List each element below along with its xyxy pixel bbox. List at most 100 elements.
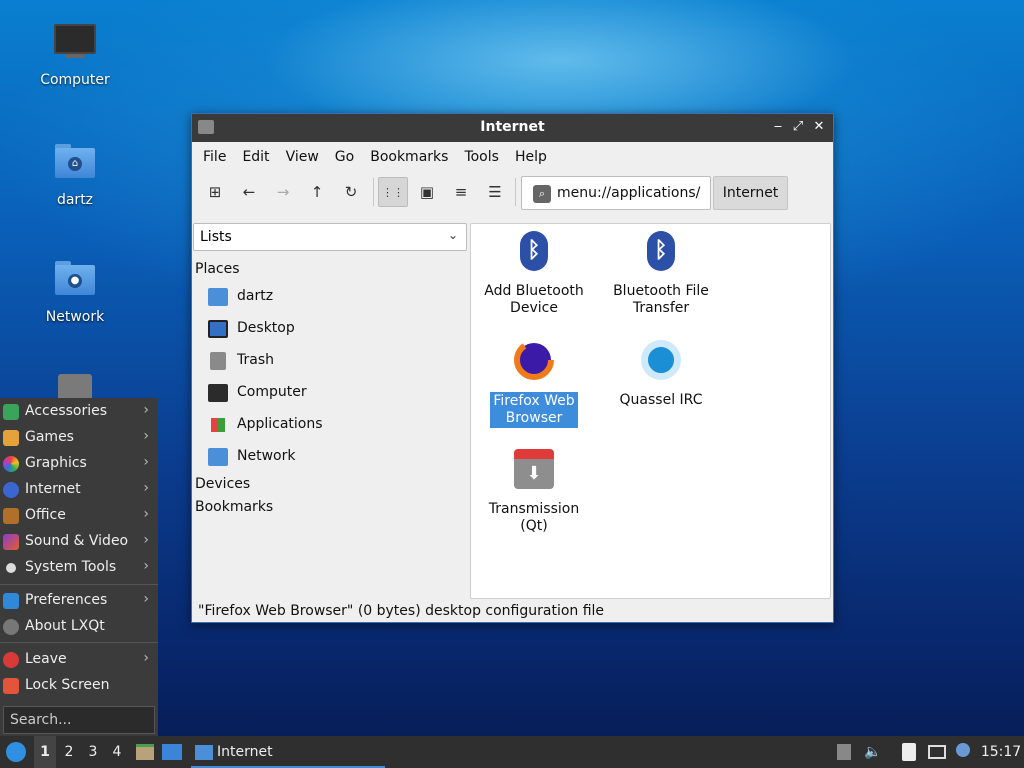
bookmarks-header[interactable]: Bookmarks: [195, 499, 273, 515]
menu-edit[interactable]: Edit: [234, 149, 277, 165]
chevron-right-icon: ›: [143, 454, 149, 470]
desktop-icon-label: Network: [45, 309, 105, 325]
reload-button[interactable]: ↻: [336, 177, 366, 207]
taskbar-task-internet[interactable]: Internet: [191, 736, 385, 768]
file-item-selected[interactable]: Firefox Web Browser: [471, 340, 597, 428]
close-button[interactable]: ✕: [810, 118, 828, 136]
new-tab-button[interactable]: ⊞: [200, 177, 230, 207]
menu-system-tools[interactable]: System Tools ›: [0, 555, 158, 581]
menu-bookmarks[interactable]: Bookmarks: [362, 149, 456, 165]
maximize-button[interactable]: ⤢: [789, 118, 807, 136]
desktop-icon-home[interactable]: ⌂ dartz: [25, 138, 125, 208]
menu-separator: [0, 584, 158, 585]
file-item[interactable]: ⬇ Transmission (Qt): [471, 449, 597, 535]
place-label: dartz: [237, 288, 274, 304]
icon-view-button[interactable]: ⋮⋮: [378, 177, 408, 207]
forward-button[interactable]: →: [268, 177, 298, 207]
menu-go[interactable]: Go: [327, 149, 362, 165]
menu-accessories[interactable]: Accessories ›: [0, 399, 158, 425]
network-folder-icon: ●: [53, 261, 97, 305]
status-bar: "Firefox Web Browser" (0 bytes) desktop …: [198, 603, 605, 619]
chevron-right-icon: ›: [143, 591, 149, 607]
show-desktop-button[interactable]: [161, 736, 183, 768]
desktop-icon-label: Computer: [40, 72, 110, 88]
lock-icon: [3, 678, 19, 694]
bluetooth-icon: ᛒ: [647, 231, 675, 271]
menu-label: Sound & Video: [25, 533, 129, 549]
menu-label: Accessories: [25, 403, 108, 419]
menu-label: Leave: [25, 651, 67, 667]
network-folder-icon: [208, 448, 228, 466]
tray-clipboard[interactable]: [898, 736, 920, 768]
menu-search-input[interactable]: Search...: [3, 706, 155, 734]
menu-leave[interactable]: Leave ›: [0, 647, 158, 673]
file-manager-icon: [136, 744, 154, 760]
tray-notifications[interactable]: [952, 736, 974, 768]
menu-lock-screen[interactable]: Lock Screen: [0, 673, 158, 699]
file-view[interactable]: ᛒ Add Bluetooth Device ᛒ Bluetooth File Tr…: [470, 223, 831, 599]
menu-label: Lock Screen: [25, 677, 110, 693]
desktop-switch-4[interactable]: 4: [106, 736, 128, 768]
tray-updates[interactable]: [834, 736, 854, 768]
menu-graphics[interactable]: Graphics ›: [0, 451, 158, 477]
up-button[interactable]: ↑: [302, 177, 332, 207]
multimedia-icon: [3, 534, 19, 550]
places-header[interactable]: Places: [195, 261, 240, 277]
menu-file[interactable]: File: [195, 149, 234, 165]
arrow-up-icon: [837, 744, 851, 760]
breadcrumb-internet[interactable]: Internet: [713, 176, 788, 210]
desktop-switch-3[interactable]: 3: [82, 736, 104, 768]
file-item[interactable]: ᛒ Add Bluetooth Device: [471, 231, 597, 317]
clock[interactable]: 15:17: [978, 736, 1024, 768]
menu-preferences[interactable]: Preferences ›: [0, 588, 158, 614]
place-item-desktop[interactable]: Desktop: [208, 316, 458, 344]
toolbar: ⊞ ← → ↑ ↻ ⋮⋮ ▣ ≡ ☰ ⌕ menu://applications…: [192, 172, 833, 212]
place-item-trash[interactable]: Trash: [208, 348, 458, 376]
menu-games[interactable]: Games ›: [0, 425, 158, 451]
place-item-applications[interactable]: Applications: [208, 412, 458, 440]
compact-view-button[interactable]: ≡: [446, 177, 476, 207]
toolbar-separator: [373, 178, 374, 206]
notification-icon: [956, 743, 970, 757]
menu-tools[interactable]: Tools: [456, 149, 507, 165]
graphics-icon: [3, 456, 19, 472]
start-menu-button[interactable]: [4, 736, 28, 768]
tray-network[interactable]: [926, 736, 948, 768]
desktop-switch-1[interactable]: 1: [34, 736, 56, 768]
menu-label: Office: [25, 507, 66, 523]
quicklaunch-files[interactable]: [134, 736, 156, 768]
place-item-network[interactable]: Network: [208, 444, 458, 472]
menu-about-lxqt[interactable]: About LXQt: [0, 614, 158, 640]
detailed-view-button[interactable]: ☰: [480, 177, 510, 207]
minimize-button[interactable]: ‒: [769, 118, 787, 136]
place-item-computer[interactable]: Computer: [208, 380, 458, 408]
desktop-icon-network[interactable]: ● Network: [25, 255, 125, 325]
home-folder-icon: [208, 288, 228, 306]
file-item[interactable]: Quassel IRC: [598, 340, 724, 409]
volume-button[interactable]: 🔈: [862, 736, 884, 768]
file-manager-window: Internet ‒ ⤢ ✕ File Edit View Go Bookmar…: [191, 113, 834, 623]
devices-header[interactable]: Devices: [195, 476, 250, 492]
chevron-right-icon: ›: [143, 650, 149, 666]
speaker-icon: 🔈: [864, 744, 882, 760]
office-icon: [3, 508, 19, 524]
file-name: Add Bluetooth Device: [484, 283, 584, 316]
home-folder-icon: ⌂: [53, 144, 97, 188]
menu-help[interactable]: Help: [507, 149, 555, 165]
power-icon: [3, 652, 19, 668]
place-item-dartz[interactable]: dartz: [208, 284, 458, 312]
address-bar[interactable]: ⌕ menu://applications/: [521, 176, 711, 210]
network-icon: [928, 745, 946, 759]
file-item[interactable]: ᛒ Bluetooth File Transfer: [598, 231, 724, 317]
menu-office[interactable]: Office ›: [0, 503, 158, 529]
back-button[interactable]: ←: [234, 177, 264, 207]
thumbnail-view-button[interactable]: ▣: [412, 177, 442, 207]
taskbar: 1 2 3 4 Internet 🔈 15:17: [0, 736, 1024, 768]
side-pane-mode-select[interactable]: Lists ⌄: [193, 223, 467, 251]
desktop-switch-2[interactable]: 2: [58, 736, 80, 768]
menu-view[interactable]: View: [278, 149, 327, 165]
titlebar[interactable]: Internet ‒ ⤢ ✕: [192, 114, 833, 142]
menu-sound-video[interactable]: Sound & Video ›: [0, 529, 158, 555]
menu-internet[interactable]: Internet ›: [0, 477, 158, 503]
desktop-icon-computer[interactable]: Computer: [25, 22, 125, 88]
